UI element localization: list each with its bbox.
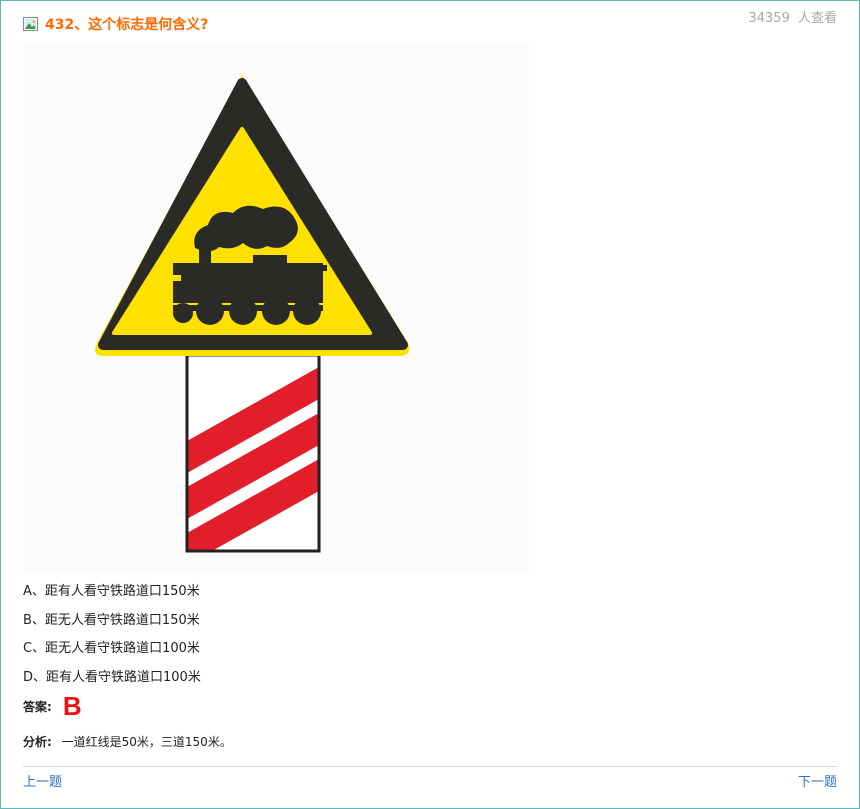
striped-post bbox=[185, 353, 321, 553]
answer-value: B bbox=[62, 691, 82, 721]
previous-question-link[interactable]: 上一题 bbox=[23, 774, 62, 792]
answer-label: 答案: bbox=[23, 700, 52, 714]
analysis: 分析: 一道红线是50米，三道150米。 bbox=[23, 733, 232, 751]
image-icon bbox=[23, 17, 38, 31]
analysis-text: 一道红线是50米，三道150米。 bbox=[61, 735, 232, 749]
divider bbox=[23, 766, 837, 767]
analysis-label: 分析: bbox=[23, 735, 52, 749]
option-a[interactable]: A、距有人看守铁路道口150米 bbox=[23, 581, 201, 610]
option-c[interactable]: C、距无人看守铁路道口100米 bbox=[23, 638, 201, 667]
option-b[interactable]: B、距无人看守铁路道口150米 bbox=[23, 610, 201, 639]
next-question-link[interactable]: 下一题 bbox=[798, 774, 837, 792]
railway-crossing-sign-image bbox=[23, 43, 529, 573]
view-count: 34359 人查看 bbox=[744, 9, 837, 29]
question-header: 432、这个标志是何含义? 34359 人查看 bbox=[23, 11, 837, 35]
answer-options: A、距有人看守铁路道口150米 B、距无人看守铁路道口150米 C、距无人看守铁… bbox=[23, 581, 201, 695]
view-count-label: 人查看 bbox=[797, 11, 837, 26]
answer-row: 答案: B bbox=[23, 691, 82, 727]
view-count-number: 34359 bbox=[748, 11, 790, 26]
question-title: 432、这个标志是何含义? bbox=[45, 17, 209, 33]
question-panel: 432、这个标志是何含义? 34359 人查看 A、距有人看守铁路道口150米 … bbox=[0, 0, 860, 809]
